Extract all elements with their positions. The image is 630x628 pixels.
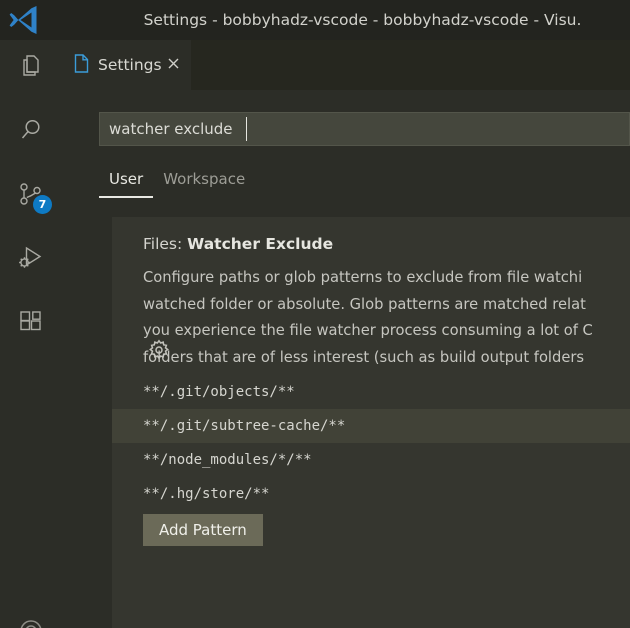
pattern-value: **/node_modules/*/** bbox=[143, 452, 312, 468]
setting-category: Files: bbox=[143, 235, 183, 253]
files-icon bbox=[18, 53, 44, 79]
list-item[interactable]: **/.git/subtree-cache/** bbox=[112, 409, 630, 443]
add-pattern-button[interactable]: Add Pattern bbox=[143, 514, 263, 546]
search-input[interactable] bbox=[99, 112, 630, 146]
pattern-value: **/.git/objects/** bbox=[143, 384, 295, 400]
window-title: Settings - bobbyhadz-vscode - bobbyhadz-… bbox=[143, 11, 582, 29]
setting-name: Watcher Exclude bbox=[187, 235, 334, 253]
sidebar-item-source-control[interactable]: 7 bbox=[0, 168, 62, 220]
search-icon bbox=[18, 117, 44, 143]
settings-scope-tabs: User Workspace bbox=[99, 170, 255, 202]
settings-editor: User Workspace Files: Watcher Exclude Co… bbox=[62, 90, 630, 628]
source-control-badge: 7 bbox=[33, 195, 52, 214]
sidebar-item-search[interactable] bbox=[0, 104, 62, 156]
title-bar: Settings - bobbyhadz-vscode - bobbyhadz-… bbox=[0, 0, 630, 40]
editor-tab-bar: Settings bbox=[62, 40, 630, 90]
run-debug-icon bbox=[17, 244, 45, 272]
close-icon[interactable] bbox=[163, 55, 183, 75]
pattern-value: **/.hg/store/** bbox=[143, 486, 270, 502]
text-caret bbox=[246, 117, 247, 141]
tab-settings[interactable]: Settings bbox=[62, 40, 191, 90]
extensions-icon bbox=[18, 309, 44, 335]
account-icon bbox=[17, 617, 45, 628]
setting-title: Files: Watcher Exclude bbox=[143, 235, 333, 253]
tab-label: Settings bbox=[98, 56, 162, 74]
setting-description: Configure paths or glob patterns to excl… bbox=[143, 269, 593, 366]
tab-user[interactable]: User bbox=[99, 170, 154, 198]
pattern-value: **/.git/subtree-cache/** bbox=[143, 418, 346, 434]
settings-search-container bbox=[99, 112, 630, 146]
settings-list: Files: Watcher Exclude Configure paths o… bbox=[62, 217, 630, 628]
vscode-window: Settings - bobbyhadz-vscode - bobbyhadz-… bbox=[0, 0, 630, 628]
settings-file-icon bbox=[74, 53, 89, 77]
pattern-list: **/.git/objects/** **/.git/subtree-cache… bbox=[112, 375, 630, 511]
sidebar-item-accounts[interactable] bbox=[0, 605, 62, 628]
list-item[interactable]: **/.hg/store/** bbox=[112, 477, 630, 511]
settings-gutter bbox=[62, 217, 112, 628]
list-item[interactable]: **/node_modules/*/** bbox=[112, 443, 630, 477]
sidebar-item-run-and-debug[interactable] bbox=[0, 232, 62, 284]
sidebar-item-explorer[interactable] bbox=[0, 40, 62, 92]
sidebar-item-extensions[interactable] bbox=[0, 296, 62, 348]
activity-bar: 7 bbox=[0, 40, 62, 628]
list-item[interactable]: **/.git/objects/** bbox=[112, 375, 630, 409]
tab-workspace[interactable]: Workspace bbox=[153, 170, 255, 196]
